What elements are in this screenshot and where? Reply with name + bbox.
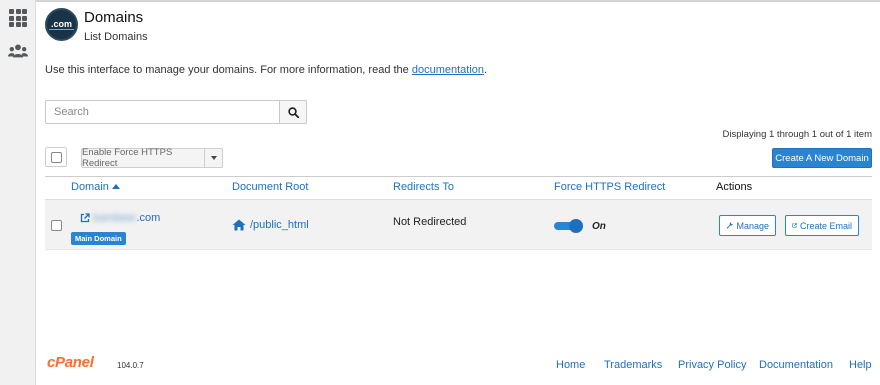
page-title: Domains bbox=[84, 9, 144, 26]
column-header-force-https[interactable]: Force HTTPS Redirect bbox=[554, 181, 665, 193]
create-email-button[interactable]: Create Email bbox=[785, 215, 859, 236]
column-header-redirects-to[interactable]: Redirects To bbox=[393, 181, 454, 193]
page-subtitle: List Domains bbox=[84, 31, 148, 43]
redirects-to-value: Not Redirected bbox=[393, 216, 467, 228]
domains-logo-icon: .com bbox=[45, 8, 78, 41]
column-header-domain-label: Domain bbox=[71, 181, 109, 193]
external-link-icon bbox=[792, 223, 797, 228]
domain-name-redacted: bambeer bbox=[93, 212, 137, 224]
domain-name-suffix: .com bbox=[136, 212, 161, 224]
intro-text: Use this interface to manage your domain… bbox=[45, 64, 487, 76]
pagination-summary: Displaying 1 through 1 out of 1 item bbox=[722, 129, 872, 140]
external-link-icon bbox=[80, 213, 90, 223]
select-all-wrapper bbox=[45, 147, 67, 167]
footer-link-home[interactable]: Home bbox=[556, 359, 585, 371]
table-row: bambeer .com Main Domain /public_html Not… bbox=[45, 200, 872, 250]
search-button[interactable] bbox=[279, 100, 307, 124]
main-domain-badge: Main Domain bbox=[71, 232, 126, 245]
table-top-border bbox=[45, 176, 872, 177]
caret-down-icon bbox=[210, 156, 217, 160]
force-https-state-label: On bbox=[592, 221, 606, 232]
search-input[interactable] bbox=[45, 100, 280, 124]
intro-text-body: Use this interface to manage your domain… bbox=[45, 64, 412, 76]
document-root-text: /public_html bbox=[250, 219, 309, 231]
cpanel-logo[interactable]: cPanel bbox=[47, 354, 94, 371]
home-icon bbox=[232, 219, 246, 231]
users-icon[interactable] bbox=[8, 41, 28, 61]
wrench-icon bbox=[726, 222, 734, 229]
documentation-link[interactable]: documentation bbox=[412, 64, 484, 76]
footer-link-trademarks[interactable]: Trademarks bbox=[604, 359, 662, 371]
create-new-domain-button[interactable]: Create A New Domain bbox=[772, 148, 872, 168]
footer-link-privacy-policy[interactable]: Privacy Policy bbox=[678, 359, 746, 371]
manage-button[interactable]: Manage bbox=[719, 215, 776, 236]
domain-link[interactable]: bambeer .com bbox=[80, 212, 160, 224]
manage-button-label: Manage bbox=[736, 220, 769, 231]
footer-link-documentation[interactable]: Documentation bbox=[759, 359, 833, 371]
main-content: .com Domains List Domains Use this inter… bbox=[36, 2, 880, 385]
version-label: 104.0.7 bbox=[117, 361, 144, 370]
create-email-button-label: Create Email bbox=[799, 220, 852, 231]
column-header-domain[interactable]: Domain bbox=[71, 181, 120, 193]
column-header-actions: Actions bbox=[716, 181, 753, 193]
row-checkbox[interactable] bbox=[51, 220, 62, 231]
select-all-checkbox[interactable] bbox=[51, 152, 62, 163]
force-https-toggle[interactable] bbox=[554, 218, 583, 233]
left-rail bbox=[0, 0, 36, 385]
domains-logo-text: .com bbox=[48, 19, 74, 30]
document-root-link[interactable]: /public_html bbox=[232, 219, 309, 231]
intro-text-suffix: . bbox=[484, 64, 488, 76]
apps-grid-icon[interactable] bbox=[8, 8, 28, 28]
force-https-dropdown-toggle[interactable] bbox=[204, 148, 223, 168]
search-icon bbox=[287, 106, 299, 118]
enable-force-https-button[interactable]: Enable Force HTTPS Redirect bbox=[81, 147, 205, 169]
footer-link-help[interactable]: Help bbox=[849, 359, 872, 371]
column-header-document-root[interactable]: Document Root bbox=[232, 181, 308, 193]
sort-ascending-icon bbox=[111, 183, 120, 189]
